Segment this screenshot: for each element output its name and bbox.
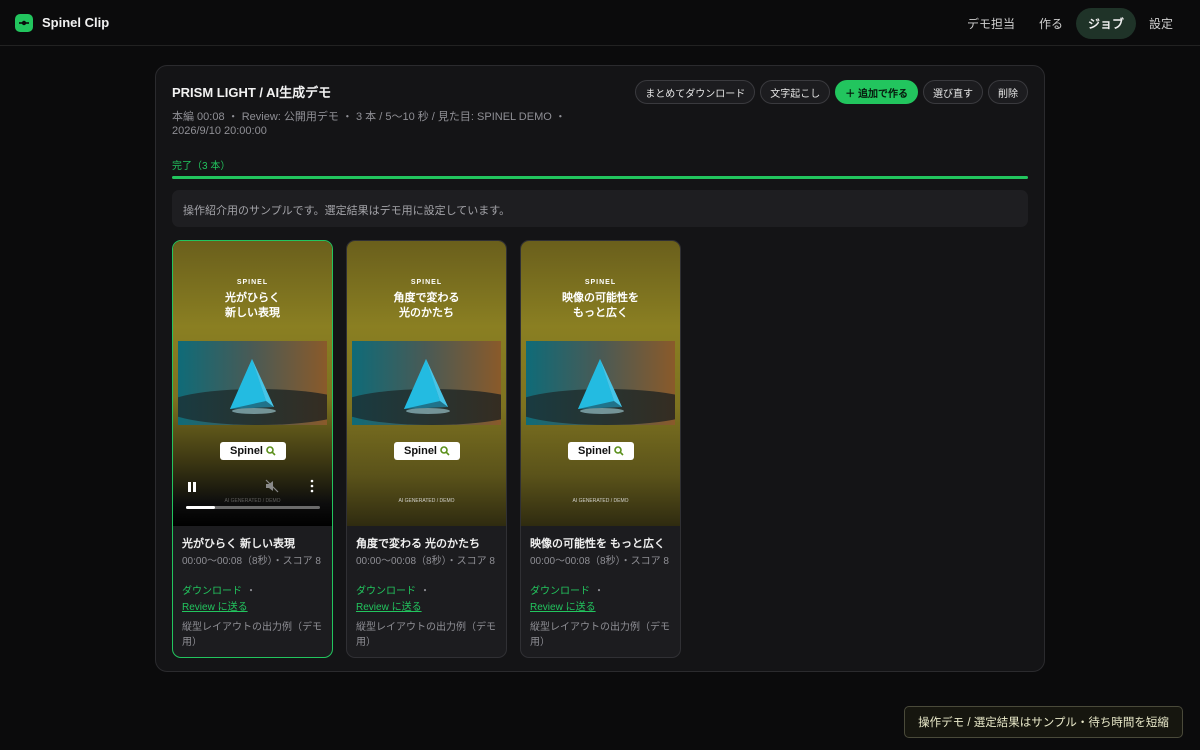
nav-jobs[interactable]: ジョブ — [1075, 7, 1136, 39]
download-link[interactable]: ダウンロード — [530, 586, 590, 597]
thumb-headline-line: もっと広く — [573, 307, 628, 319]
clip-thumbnail[interactable]: SPINEL 映像の可能性を もっと広く Spinel AI GENERATED… — [521, 241, 680, 526]
clip-title: 角度で変わる 光のかたち — [356, 538, 481, 550]
clip-time: 00:00〜00:08（8秒）・スコア 8 — [356, 556, 495, 567]
thumb-headline-line: 光がひらく — [225, 292, 280, 304]
search-icon — [440, 446, 450, 456]
search-icon — [266, 446, 276, 456]
prism-image — [178, 341, 327, 425]
download-link[interactable]: ダウンロード — [356, 586, 416, 597]
thumb-logo: Spinel — [394, 442, 460, 460]
thumb-headline: 光がひらく 新しい表現 — [173, 291, 332, 321]
clip-description: 縦型レイアウトの出力例（デモ用） — [530, 622, 670, 648]
thumb-brand: SPINEL — [584, 279, 617, 286]
thumb-logo-text: Spinel — [229, 445, 263, 457]
clip-links: ダウンロード・ Review に送る — [356, 584, 430, 616]
main-nav: デモ担当 作る ジョブ 設定 — [954, 0, 1184, 46]
send-to-review-link[interactable]: Review に送る — [182, 600, 256, 616]
clip-card[interactable]: SPINEL 映像の可能性を もっと広く Spinel AI GENERATED… — [520, 240, 681, 658]
clip-title: 光がひらく 新しい表現 — [182, 538, 296, 550]
delete-button[interactable]: 削除 — [988, 80, 1028, 104]
top-bar: Spinel Clip デモ担当 作る ジョブ 設定 — [0, 0, 1200, 46]
job-progress-fill — [172, 176, 1028, 179]
video-player-controls — [173, 477, 332, 517]
clip-time: 00:00〜00:08（8秒）・スコア 8 — [182, 556, 321, 567]
thumb-logo-text: Spinel — [403, 445, 437, 457]
send-to-review-link[interactable]: Review に送る — [530, 600, 604, 616]
send-to-review-link[interactable]: Review に送る — [356, 600, 430, 616]
download-link[interactable]: ダウンロード — [182, 586, 242, 597]
prism-image — [352, 341, 501, 425]
thumb-headline: 角度で変わる 光のかたち — [347, 291, 506, 321]
job-meta: 本編 00:08 ・ Review: 公開用デモ ・ 3 本 / 5〜10 秒 … — [172, 111, 566, 137]
search-icon — [614, 446, 624, 456]
clip-links: ダウンロード・ Review に送る — [530, 584, 604, 616]
thumb-credit: AI GENERATED / DEMO — [398, 498, 455, 504]
thumb-logo-text: Spinel — [577, 445, 611, 457]
seek-bar-fill — [186, 506, 216, 509]
thumb-brand: SPINEL — [410, 279, 443, 286]
thumb-headline-line: 新しい表現 — [225, 307, 280, 319]
thumb-headline-line: 角度で変わる — [393, 292, 460, 304]
thumb-logo: Spinel — [220, 442, 286, 460]
link-separator: ・ — [420, 586, 430, 597]
clip-thumbnail[interactable]: SPINEL 光がひらく 新しい表現 Spinel AI GENERATED /… — [173, 241, 332, 526]
add-more-button[interactable]: ＋ 追加で作る — [835, 80, 918, 104]
link-separator: ・ — [246, 586, 256, 597]
pause-icon[interactable] — [186, 481, 198, 493]
nav-create[interactable]: 作る — [1028, 8, 1074, 39]
clip-description: 縦型レイアウトの出力例（デモ用） — [356, 622, 496, 648]
clip-title: 映像の可能性を もっと広く — [530, 538, 666, 550]
thumb-brand: SPINEL — [236, 279, 269, 286]
reselect-button[interactable]: 選び直す — [923, 80, 983, 104]
job-actions: まとめてダウンロード 文字起こし ＋ 追加で作る 選び直す 削除 — [635, 80, 1028, 104]
clip-card[interactable]: SPINEL 角度で変わる 光のかたち Spinel AI GENERATED … — [346, 240, 507, 658]
demo-toast: 操作デモ / 選定結果はサンプル・待ち時間を短縮 — [904, 706, 1183, 738]
spinel-logo-icon — [15, 13, 33, 32]
thumb-headline-line: 光のかたち — [399, 307, 454, 319]
demo-notice: 操作紹介用のサンプルです。選定結果はデモ用に設定しています。 — [172, 190, 1028, 227]
prism-image — [526, 341, 675, 425]
transcribe-button[interactable]: 文字起こし — [760, 80, 831, 104]
thumb-credit: AI GENERATED / DEMO — [572, 498, 629, 504]
job-status: 完了（3 本） — [172, 161, 231, 172]
clip-description: 縦型レイアウトの出力例（デモ用） — [182, 622, 322, 648]
mute-icon[interactable] — [265, 479, 279, 493]
brand[interactable]: Spinel Clip — [15, 13, 110, 32]
app-name: Spinel Clip — [42, 15, 110, 30]
nav-demo-owner[interactable]: デモ担当 — [956, 8, 1026, 39]
download-all-button[interactable]: まとめてダウンロード — [635, 80, 756, 104]
job-title: PRISM LIGHT / AI生成デモ — [172, 85, 332, 100]
job-progress-bar — [172, 176, 1028, 179]
job-panel: PRISM LIGHT / AI生成デモ 本編 00:08 ・ Review: … — [155, 65, 1045, 672]
clip-time: 00:00〜00:08（8秒）・スコア 8 — [530, 556, 669, 567]
more-vertical-icon[interactable] — [309, 479, 315, 493]
thumb-headline-line: 映像の可能性を — [562, 292, 639, 304]
clip-links: ダウンロード・ Review に送る — [182, 584, 256, 616]
clip-thumbnail[interactable]: SPINEL 角度で変わる 光のかたち Spinel AI GENERATED … — [347, 241, 506, 526]
seek-bar[interactable] — [186, 506, 320, 509]
thumb-headline: 映像の可能性を もっと広く — [521, 291, 680, 321]
clip-card[interactable]: SPINEL 光がひらく 新しい表現 Spinel AI GENERATED /… — [172, 240, 333, 658]
nav-settings[interactable]: 設定 — [1138, 8, 1184, 39]
link-separator: ・ — [594, 586, 604, 597]
thumb-logo: Spinel — [568, 442, 634, 460]
